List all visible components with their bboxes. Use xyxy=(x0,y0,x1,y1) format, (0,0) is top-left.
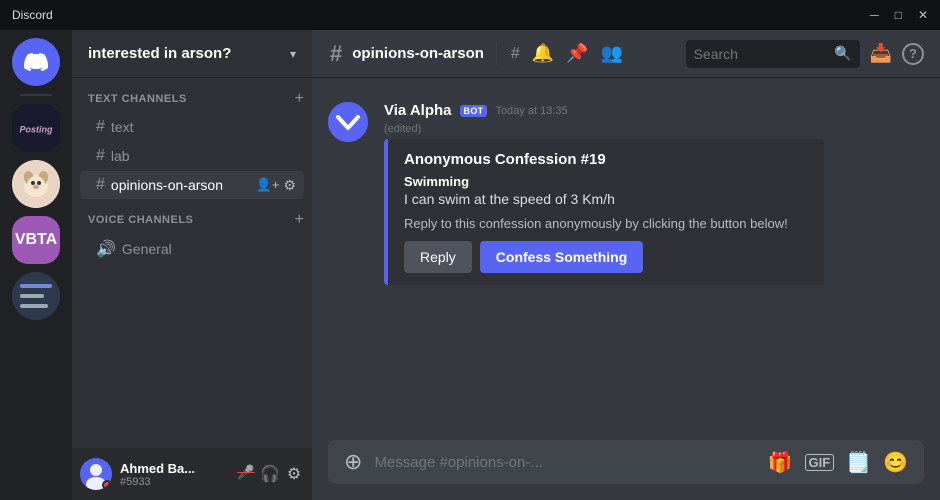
sticker-icon[interactable]: 🗒️ xyxy=(846,450,871,475)
user-discriminator: #5933 xyxy=(120,476,228,488)
user-controls: 🎤 🎧 ⚙ xyxy=(236,464,304,484)
message-timestamp: Today at 13:35 xyxy=(495,105,567,117)
titlebar-controls: ─ □ ✕ xyxy=(870,8,928,22)
server-list: Posting VBTA xyxy=(0,30,72,500)
embed-card: Anonymous Confession #19 Swimming I can … xyxy=(384,139,824,285)
embed-field-value: I can swim at the speed of 3 Km/h xyxy=(404,191,808,207)
embed-buttons: Reply Confess Something xyxy=(404,241,808,273)
hash-icon: # xyxy=(96,118,105,136)
server-header[interactable]: interested in arson? ▾ xyxy=(72,30,312,78)
topbar-divider xyxy=(496,42,497,66)
message-input[interactable] xyxy=(374,454,755,471)
gift-icon[interactable]: 🎁 xyxy=(768,450,793,475)
vbta-label: VBTA xyxy=(15,231,57,249)
embed-description: Reply to this confession anonymously by … xyxy=(404,215,808,233)
speaker-icon: 🔊 xyxy=(96,239,116,259)
message-content: Via Alpha BOT Today at 13:35 (edited) An… xyxy=(384,102,924,285)
bot-avatar xyxy=(328,102,368,142)
svg-text:Posting: Posting xyxy=(20,124,54,134)
reply-button[interactable]: Reply xyxy=(404,241,472,273)
user-avatar xyxy=(80,458,112,490)
server-icon-bottom[interactable] xyxy=(12,272,60,320)
server-icon-dog[interactable] xyxy=(12,160,60,208)
gif-icon[interactable]: GIF xyxy=(805,454,835,471)
channel-item-general[interactable]: 🔊 General xyxy=(80,234,304,264)
topbar-channel-name: opinions-on-arson xyxy=(352,45,484,62)
embed-title: Anonymous Confession #19 xyxy=(404,151,808,168)
titlebar-title: Discord xyxy=(12,8,53,22)
message-author: Via Alpha xyxy=(384,102,452,119)
threads-icon[interactable]: # xyxy=(509,43,522,65)
user-info: Ahmed Ba... #5933 xyxy=(120,461,228,488)
channel-text-name: text xyxy=(111,119,296,135)
message-input-area: ⊕ 🎁 GIF 🗒️ 😊 xyxy=(312,440,940,500)
search-box[interactable]: 🔍 xyxy=(686,40,860,68)
voice-channels-category[interactable]: VOICE CHANNELS + xyxy=(72,207,312,233)
hash-icon: # xyxy=(96,147,105,165)
channel-opinions-name: opinions-on-arson xyxy=(111,177,250,193)
status-dot xyxy=(102,480,112,490)
headset-icon[interactable]: 🎧 xyxy=(260,464,280,484)
server-icon-vbta[interactable]: VBTA xyxy=(12,216,60,264)
pin-icon[interactable]: 📌 xyxy=(564,41,590,66)
channel-actions: 👤+ ⚙ xyxy=(256,177,296,194)
main-content: # opinions-on-arson # 🔔 📌 👥 🔍 📥 ? xyxy=(312,30,940,500)
notification-icon[interactable]: 🔔 xyxy=(530,41,556,66)
voice-channels-label: VOICE CHANNELS xyxy=(88,214,193,226)
inbox-icon[interactable]: 📥 xyxy=(868,41,894,66)
search-input[interactable] xyxy=(694,46,829,62)
text-channels-label: TEXT CHANNELS xyxy=(88,93,187,105)
emoji-icon[interactable]: 😊 xyxy=(883,450,908,475)
bot-badge: BOT xyxy=(460,105,488,117)
text-channels-category[interactable]: TEXT CHANNELS + xyxy=(72,86,312,112)
search-icon: 🔍 xyxy=(834,45,851,62)
messages-area: Via Alpha BOT Today at 13:35 (edited) An… xyxy=(312,78,940,440)
message-group: Via Alpha BOT Today at 13:35 (edited) An… xyxy=(312,94,940,293)
maximize-button[interactable]: □ xyxy=(895,8,902,22)
help-icon[interactable]: ? xyxy=(902,43,924,65)
settings-icon[interactable]: ⚙ xyxy=(284,464,304,484)
mute-icon[interactable]: 🎤 xyxy=(236,464,256,484)
channel-item-text[interactable]: # text xyxy=(80,113,304,141)
minimize-button[interactable]: ─ xyxy=(870,8,879,22)
channel-sidebar: interested in arson? ▾ TEXT CHANNELS + #… xyxy=(72,30,312,500)
channel-item-opinions-on-arson[interactable]: # opinions-on-arson 👤+ ⚙ xyxy=(80,171,304,199)
channel-list: TEXT CHANNELS + # text # lab # opinions-… xyxy=(72,78,312,448)
server-icon-home[interactable] xyxy=(12,38,60,86)
embed-field-name: Swimming xyxy=(404,174,808,189)
channel-hash-icon: # xyxy=(328,39,344,69)
add-member-icon[interactable]: 👤+ xyxy=(256,177,280,194)
add-attachment-icon[interactable]: ⊕ xyxy=(344,449,362,475)
server-icon-posting[interactable]: Posting xyxy=(12,104,60,152)
server-divider xyxy=(20,94,52,96)
app-layout: Posting VBTA xyxy=(0,30,940,500)
add-voice-channel-icon[interactable]: + xyxy=(295,211,304,229)
edited-tag: (edited) xyxy=(384,123,924,135)
members-icon[interactable]: 👥 xyxy=(599,41,625,66)
titlebar: Discord ─ □ ✕ xyxy=(0,0,940,30)
message-header: Via Alpha BOT Today at 13:35 xyxy=(384,102,924,119)
chevron-down-icon: ▾ xyxy=(290,47,296,61)
topbar: # opinions-on-arson # 🔔 📌 👥 🔍 📥 ? xyxy=(312,30,940,78)
user-name: Ahmed Ba... xyxy=(120,461,220,476)
user-panel: Ahmed Ba... #5933 🎤 🎧 ⚙ xyxy=(72,448,312,500)
channel-general-name: General xyxy=(122,241,296,257)
hash-icon: # xyxy=(96,176,105,194)
input-actions: 🎁 GIF 🗒️ 😊 xyxy=(768,450,908,475)
close-button[interactable]: ✕ xyxy=(918,8,928,22)
settings-icon[interactable]: ⚙ xyxy=(283,177,296,194)
channel-lab-name: lab xyxy=(111,148,296,164)
confess-button[interactable]: Confess Something xyxy=(480,241,643,273)
server-name: interested in arson? xyxy=(88,45,231,62)
message-input-box: ⊕ 🎁 GIF 🗒️ 😊 xyxy=(328,440,924,484)
channel-item-lab[interactable]: # lab xyxy=(80,142,304,170)
add-text-channel-icon[interactable]: + xyxy=(295,90,304,108)
